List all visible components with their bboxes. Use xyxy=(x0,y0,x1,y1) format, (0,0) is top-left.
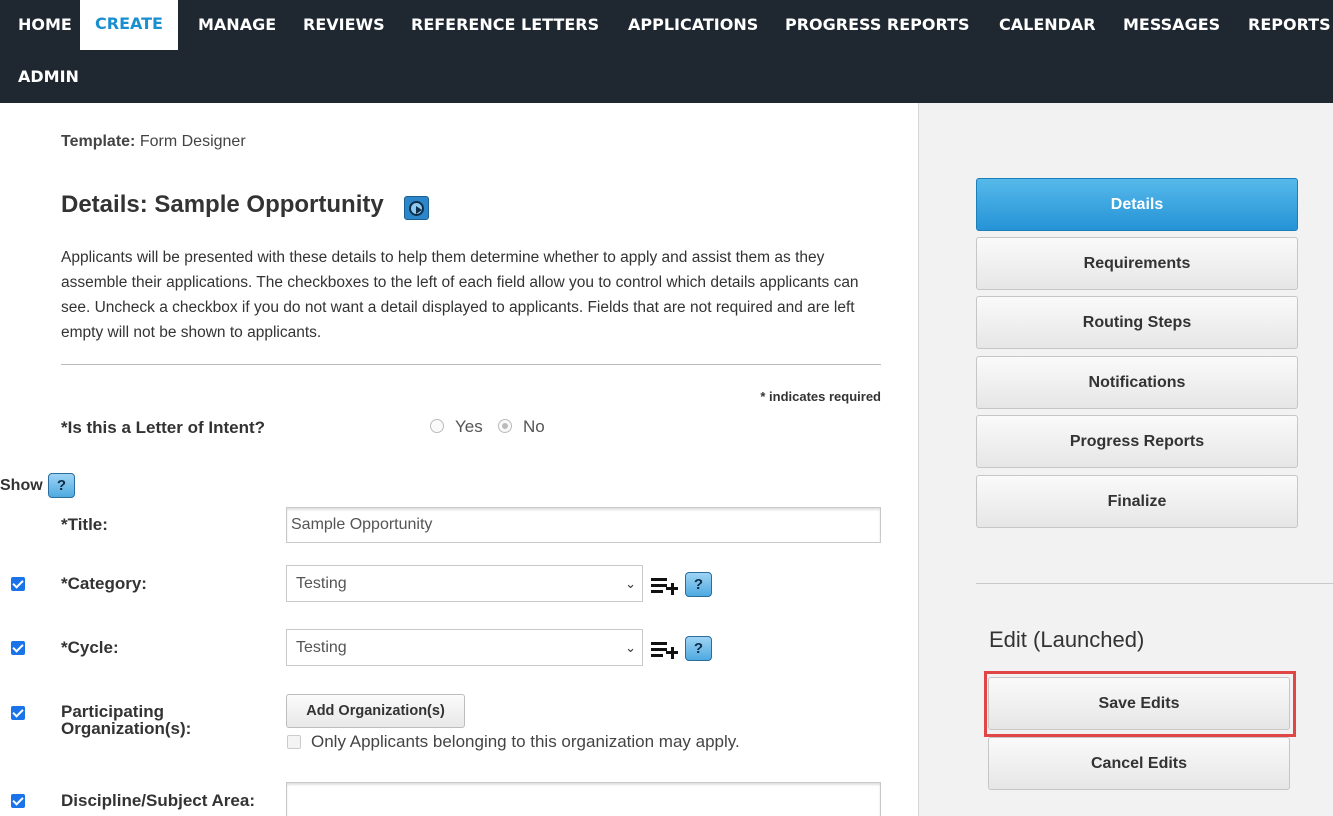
details-description: Applicants will be presented with these … xyxy=(61,249,859,341)
sidebar: Details Requirements Routing Steps Notif… xyxy=(918,103,1333,816)
loi-no-label: No xyxy=(523,417,545,436)
orgs-label-line2: Organization(s): xyxy=(61,719,192,738)
orgs-label: Participating Organization(s): xyxy=(61,703,191,737)
nav-messages[interactable]: MESSAGES xyxy=(1123,15,1220,34)
category-help-icon[interactable]: ? xyxy=(685,572,712,597)
chevron-down-icon: ⌄ xyxy=(625,576,636,591)
add-organizations-button[interactable]: Add Organization(s) xyxy=(286,694,465,728)
step-details[interactable]: Details xyxy=(976,178,1298,231)
nav-applications[interactable]: APPLICATIONS xyxy=(628,15,758,34)
discipline-label: Discipline/Subject Area: xyxy=(61,791,255,810)
cycle-show-checkbox[interactable] xyxy=(11,641,25,655)
cycle-help-icon[interactable]: ? xyxy=(685,636,712,661)
nav-admin[interactable]: ADMIN xyxy=(18,67,79,86)
template-label: Template: xyxy=(61,133,136,150)
page-title: Details: Sample Opportunity xyxy=(61,191,384,218)
add-list-item-icon[interactable] xyxy=(651,575,679,597)
save-edits-button[interactable]: Save Edits xyxy=(988,677,1290,730)
step-finalize[interactable]: Finalize xyxy=(976,475,1298,528)
show-help-icon[interactable]: ? xyxy=(48,473,75,498)
nav-progress-reports[interactable]: PROGRESS REPORTS xyxy=(785,15,970,34)
nav-calendar[interactable]: CALENDAR xyxy=(999,15,1096,34)
loi-yes-label: Yes xyxy=(455,417,483,436)
sidebar-divider xyxy=(976,583,1333,584)
category-show-checkbox[interactable] xyxy=(11,577,25,591)
category-select[interactable]: Testing ⌄ xyxy=(286,565,643,602)
loi-yes-radio[interactable] xyxy=(430,419,444,433)
cycle-label: *Cycle: xyxy=(61,638,119,657)
step-notifications[interactable]: Notifications xyxy=(976,356,1298,409)
step-progress-reports[interactable]: Progress Reports xyxy=(976,415,1298,468)
category-value: Testing xyxy=(296,575,347,592)
title-input[interactable] xyxy=(286,507,881,543)
nav-manage[interactable]: MANAGE xyxy=(198,15,276,34)
chevron-down-icon: ⌄ xyxy=(625,640,636,655)
step-routing-steps[interactable]: Routing Steps xyxy=(976,296,1298,349)
nav-create[interactable]: CREATE xyxy=(80,0,178,50)
orgs-label-line1: Participating xyxy=(61,702,164,721)
title-label: *Title: xyxy=(61,515,108,534)
loi-no-radio[interactable] xyxy=(498,419,512,433)
category-label: *Category: xyxy=(61,574,147,593)
template-value: Form Designer xyxy=(139,133,246,150)
org-restriction-checkbox[interactable] xyxy=(287,735,301,749)
discipline-input[interactable] xyxy=(286,782,881,816)
template-line: Template: Form Designer xyxy=(61,133,246,151)
discipline-show-checkbox[interactable] xyxy=(11,794,25,808)
cancel-edits-button[interactable]: Cancel Edits xyxy=(988,737,1290,790)
top-nav: HOME CREATE MANAGE REVIEWS REFERENCE LET… xyxy=(0,0,1333,103)
cycle-value: Testing xyxy=(296,639,347,656)
edit-status: Edit (Launched) xyxy=(989,627,1145,652)
nav-reference-letters[interactable]: REFERENCE LETTERS xyxy=(411,15,599,34)
show-column-label: Show xyxy=(0,477,43,494)
orgs-show-checkbox[interactable] xyxy=(11,706,25,720)
cycle-select[interactable]: Testing ⌄ xyxy=(286,629,643,666)
org-restriction-label: Only Applicants belonging to this organi… xyxy=(311,732,740,751)
add-list-item-icon[interactable] xyxy=(651,639,679,661)
nav-reports[interactable]: REPORTS xyxy=(1248,15,1331,34)
step-requirements[interactable]: Requirements xyxy=(976,237,1298,290)
nav-home[interactable]: HOME xyxy=(18,15,72,34)
required-note: * indicates required xyxy=(760,389,881,404)
section-divider xyxy=(61,364,881,365)
nav-reviews[interactable]: REVIEWS xyxy=(303,15,385,34)
letter-of-intent-label: *Is this a Letter of Intent? xyxy=(61,418,266,437)
main-content: Template: Form Designer Details: Sample … xyxy=(0,103,918,816)
video-play-icon[interactable] xyxy=(404,196,429,220)
